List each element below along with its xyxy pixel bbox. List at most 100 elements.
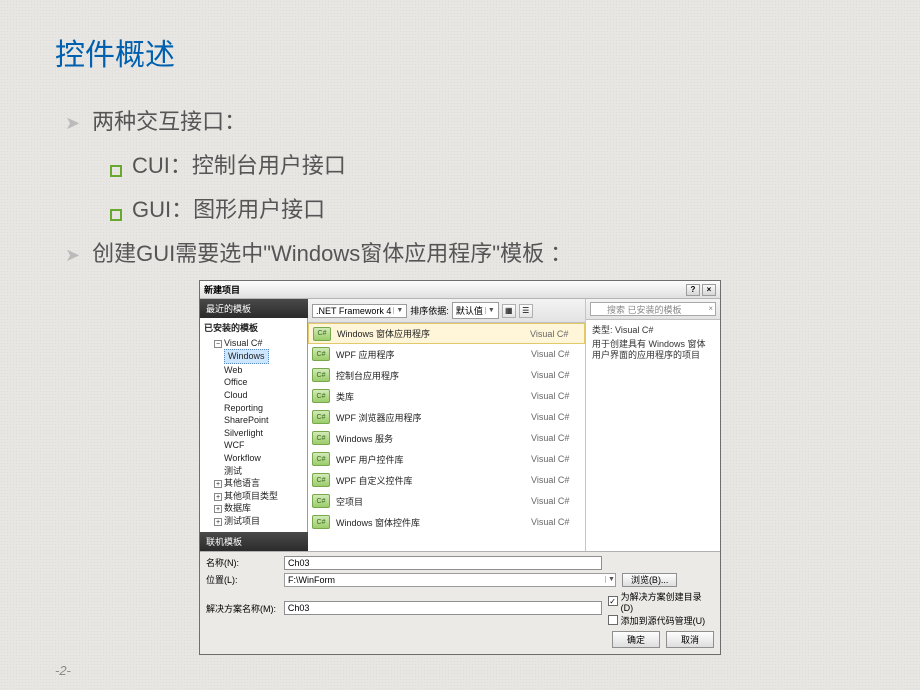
template-lang: Visual C# [531, 433, 581, 443]
cancel-button[interactable]: 取消 [666, 631, 714, 648]
template-icon: C# [312, 368, 330, 382]
tree-item[interactable]: Windows [224, 349, 269, 364]
template-tree[interactable]: 已安装的模板 −Visual C# WindowsWebOfficeCloudR… [200, 318, 308, 532]
browse-button[interactable]: 浏览(B)... [622, 573, 678, 587]
template-row[interactable]: C# 控制台应用程序 Visual C# [308, 365, 585, 386]
tree-item[interactable]: +其他语言 [214, 477, 303, 490]
desc-type: 类型: Visual C# [592, 325, 714, 337]
template-row[interactable]: C# WPF 自定义控件库 Visual C# [308, 470, 585, 491]
template-icon: C# [312, 452, 330, 466]
template-name: Windows 窗体应用程序 [337, 327, 524, 340]
template-lang: Visual C# [531, 412, 581, 422]
collapse-icon[interactable]: − [214, 340, 222, 348]
bullet-2-text: 创建GUI需要选中"Windows窗体应用程序"模板 ： [92, 236, 572, 268]
template-name: 控制台应用程序 [336, 369, 525, 382]
template-name: 类库 [336, 390, 525, 403]
sub-bullet-2: GUI：图形用户接口 [110, 192, 865, 224]
page-number: -2- [55, 663, 71, 678]
location-input[interactable] [285, 574, 603, 586]
template-icon: C# [313, 327, 331, 341]
tree-item[interactable]: Office [224, 376, 303, 389]
tree-item[interactable]: SharePoint [224, 414, 303, 427]
template-icon: C# [312, 389, 330, 403]
template-lang: Visual C# [531, 496, 581, 506]
template-lang: Visual C# [531, 349, 581, 359]
chevron-down-icon[interactable]: ▼ [605, 576, 615, 583]
name-input[interactable] [284, 556, 602, 570]
template-icon: C# [312, 494, 330, 508]
tree-item[interactable]: WCF [224, 439, 303, 452]
bullet-1: ➤ 两种交互接口： [65, 104, 865, 136]
tree-item[interactable]: Workflow [224, 452, 303, 465]
template-name: 空项目 [336, 495, 525, 508]
square-icon [110, 165, 122, 177]
dialog-title-text: 新建项目 [204, 283, 240, 296]
clear-icon[interactable]: × [708, 304, 713, 313]
tree-item[interactable]: +数据库 [214, 502, 303, 515]
template-icon: C# [312, 410, 330, 424]
new-project-dialog: 新建项目 ? × 最近的模板 已安装的模板 −Visual C# Windows… [199, 280, 721, 655]
chevron-down-icon: ▼ [485, 307, 495, 314]
view-list-icon[interactable]: ☰ [519, 304, 533, 318]
tree-item[interactable]: +测试项目 [214, 515, 303, 528]
template-icon: C# [312, 431, 330, 445]
tree-item[interactable]: Reporting [224, 402, 303, 415]
tree-root[interactable]: −Visual C# WindowsWebOfficeCloudReportin… [214, 337, 303, 478]
bullet-1-text: 两种交互接口： [92, 104, 246, 136]
template-row[interactable]: C#Windows 服务Visual C# [308, 428, 585, 449]
left-header-recent[interactable]: 最近的模板 [200, 299, 308, 318]
template-name: WPF 用户控件库 [336, 453, 525, 466]
left-nav: 最近的模板 已安装的模板 −Visual C# WindowsWebOffice… [200, 299, 308, 551]
checkbox-icon: ✓ [608, 596, 618, 606]
chevron-down-icon: ▼ [393, 307, 403, 314]
template-row[interactable]: C# WPF 用户控件库 Visual C# [308, 449, 585, 470]
search-input[interactable] [590, 302, 716, 316]
template-lang: Visual C# [531, 475, 581, 485]
tree-item[interactable]: Silverlight [224, 427, 303, 440]
tree-item[interactable]: 测试 [224, 465, 303, 478]
template-icon: C# [312, 473, 330, 487]
template-icon: C# [312, 347, 330, 361]
tree-item[interactable]: Cloud [224, 389, 303, 402]
expand-icon[interactable]: + [214, 493, 222, 501]
create-dir-checkbox[interactable]: ✓ 为解决方案创建目录(D) [608, 590, 714, 613]
close-button[interactable]: × [702, 284, 716, 296]
template-row[interactable]: C#WPF 应用程序Visual C# [308, 344, 585, 365]
template-lang: Visual C# [531, 454, 581, 464]
template-lang: Visual C# [531, 391, 581, 401]
sub-1-text: CUI：控制台用户接口 [132, 148, 346, 180]
framework-dropdown[interactable]: .NET Framework 4▼ [312, 304, 407, 318]
sub-bullet-1: CUI：控制台用户接口 [110, 148, 865, 180]
template-lang: Visual C# [531, 370, 581, 380]
template-row[interactable]: C#WPF 浏览器应用程序Visual C# [308, 407, 585, 428]
template-row[interactable]: C# 类库 Visual C# [308, 386, 585, 407]
expand-icon[interactable]: + [214, 505, 222, 513]
ok-button[interactable]: 确定 [612, 631, 660, 648]
chevron-icon: ➤ [65, 113, 80, 134]
template-lang: Visual C# [531, 517, 581, 527]
template-list[interactable]: C#Windows 窗体应用程序Visual C#C#WPF 应用程序Visua… [308, 323, 585, 551]
square-icon [110, 209, 122, 221]
sort-dropdown[interactable]: 默认值▼ [452, 302, 499, 319]
dialog-titlebar: 新建项目 ? × [200, 281, 720, 299]
help-button[interactable]: ? [686, 284, 700, 296]
template-row[interactable]: C#Windows 窗体控件库Visual C# [308, 512, 585, 533]
source-control-checkbox[interactable]: 添加到源代码管理(U) [608, 614, 706, 627]
desc-text: 用于创建具有 Windows 窗体用户界面的应用程序的项目 [592, 339, 714, 362]
tree-section-installed: 已安装的模板 [204, 322, 303, 335]
expand-icon[interactable]: + [214, 480, 222, 488]
template-lang: Visual C# [530, 329, 580, 339]
expand-icon[interactable]: + [214, 518, 222, 526]
template-list-panel: .NET Framework 4▼ 排序依据: 默认值▼ ▦ ☰ C#Windo… [308, 299, 586, 551]
view-large-icon[interactable]: ▦ [502, 304, 516, 318]
solution-input[interactable] [284, 601, 602, 615]
template-name: WPF 自定义控件库 [336, 474, 525, 487]
bullet-2: ➤ 创建GUI需要选中"Windows窗体应用程序"模板 ： [65, 236, 865, 268]
tree-item[interactable]: Web [224, 364, 303, 377]
template-icon: C# [312, 515, 330, 529]
tree-item[interactable]: +其他项目类型 [214, 490, 303, 503]
template-row[interactable]: C# 空项目 Visual C# [308, 491, 585, 512]
left-footer-online[interactable]: 联机模板 [200, 532, 308, 551]
chevron-icon: ➤ [65, 245, 80, 266]
template-row[interactable]: C# Windows 窗体应用程序 Visual C# [308, 323, 585, 344]
